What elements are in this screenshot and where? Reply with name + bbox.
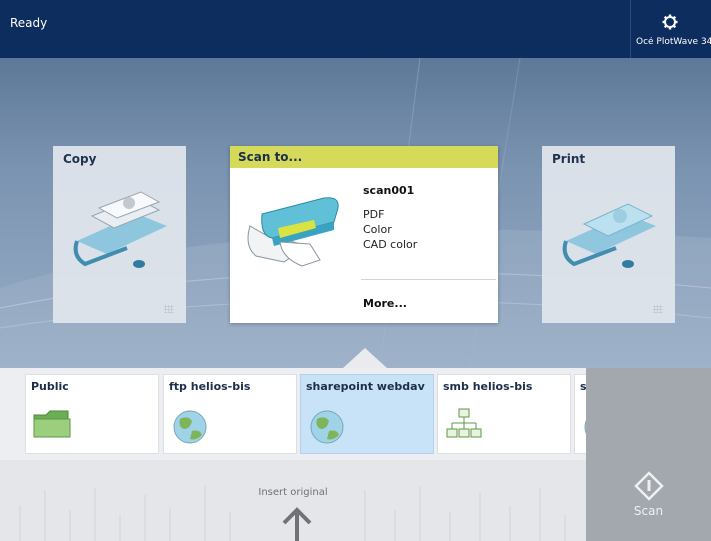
destination-label: Public — [31, 380, 69, 393]
network-icon — [446, 408, 482, 438]
scan-to-title: Scan to... — [238, 150, 303, 164]
scan-file-name: scan001 — [363, 184, 415, 197]
copy-tile-title: Copy — [63, 152, 97, 166]
print-tile[interactable]: Print — [542, 146, 675, 323]
device-name: Océ PlotWave 340 — [636, 37, 711, 47]
print-icon — [562, 203, 656, 268]
destination-public[interactable]: Public — [25, 374, 159, 454]
scan-to-card[interactable]: Scan to... scan001 PDF Color CAD color M… — [230, 146, 498, 323]
copy-icon — [73, 191, 167, 268]
top-bar: Ready Océ PlotWave 340 — [0, 0, 711, 58]
scan-to-header: Scan to... — [230, 146, 498, 168]
scan-button[interactable]: Scan — [586, 368, 711, 541]
arrow-up-icon — [282, 507, 312, 541]
start-scan-icon — [634, 471, 664, 501]
destination-label: smb helios-bis — [443, 380, 533, 393]
scan-button-label: Scan — [633, 504, 664, 518]
device-settings-button[interactable]: Océ PlotWave 340 — [630, 0, 711, 58]
destination-ftp-helios-bis[interactable]: ftp helios-bis — [163, 374, 297, 454]
destination-label: sharepoint webdav — [306, 380, 425, 393]
scan-color-mode: Color — [363, 223, 392, 236]
scanner-icon — [247, 197, 339, 267]
more-settings-link[interactable]: More... — [363, 297, 407, 310]
insert-original-area: Insert original — [0, 460, 586, 541]
destination-label: ftp helios-bis — [169, 380, 251, 393]
copy-tile-grip — [164, 305, 174, 313]
scan-template: CAD color — [363, 238, 418, 251]
globe-icon — [310, 410, 344, 444]
print-tile-grip — [653, 305, 663, 313]
destination-smb-helios-bis[interactable]: smb helios-bis — [437, 374, 571, 454]
copy-tile[interactable]: Copy — [53, 146, 186, 323]
gear-icon — [662, 14, 678, 30]
status-text: Ready — [10, 16, 48, 30]
insert-original-label: Insert original — [258, 487, 328, 498]
scan-format: PDF — [363, 208, 385, 221]
selection-pointer — [343, 348, 387, 368]
globe-icon — [173, 410, 207, 444]
print-tile-title: Print — [552, 152, 586, 166]
destination-sharepoint-webdav[interactable]: sharepoint webdav — [300, 374, 434, 454]
scan-card-divider — [361, 279, 496, 280]
folder-icon — [33, 410, 71, 438]
